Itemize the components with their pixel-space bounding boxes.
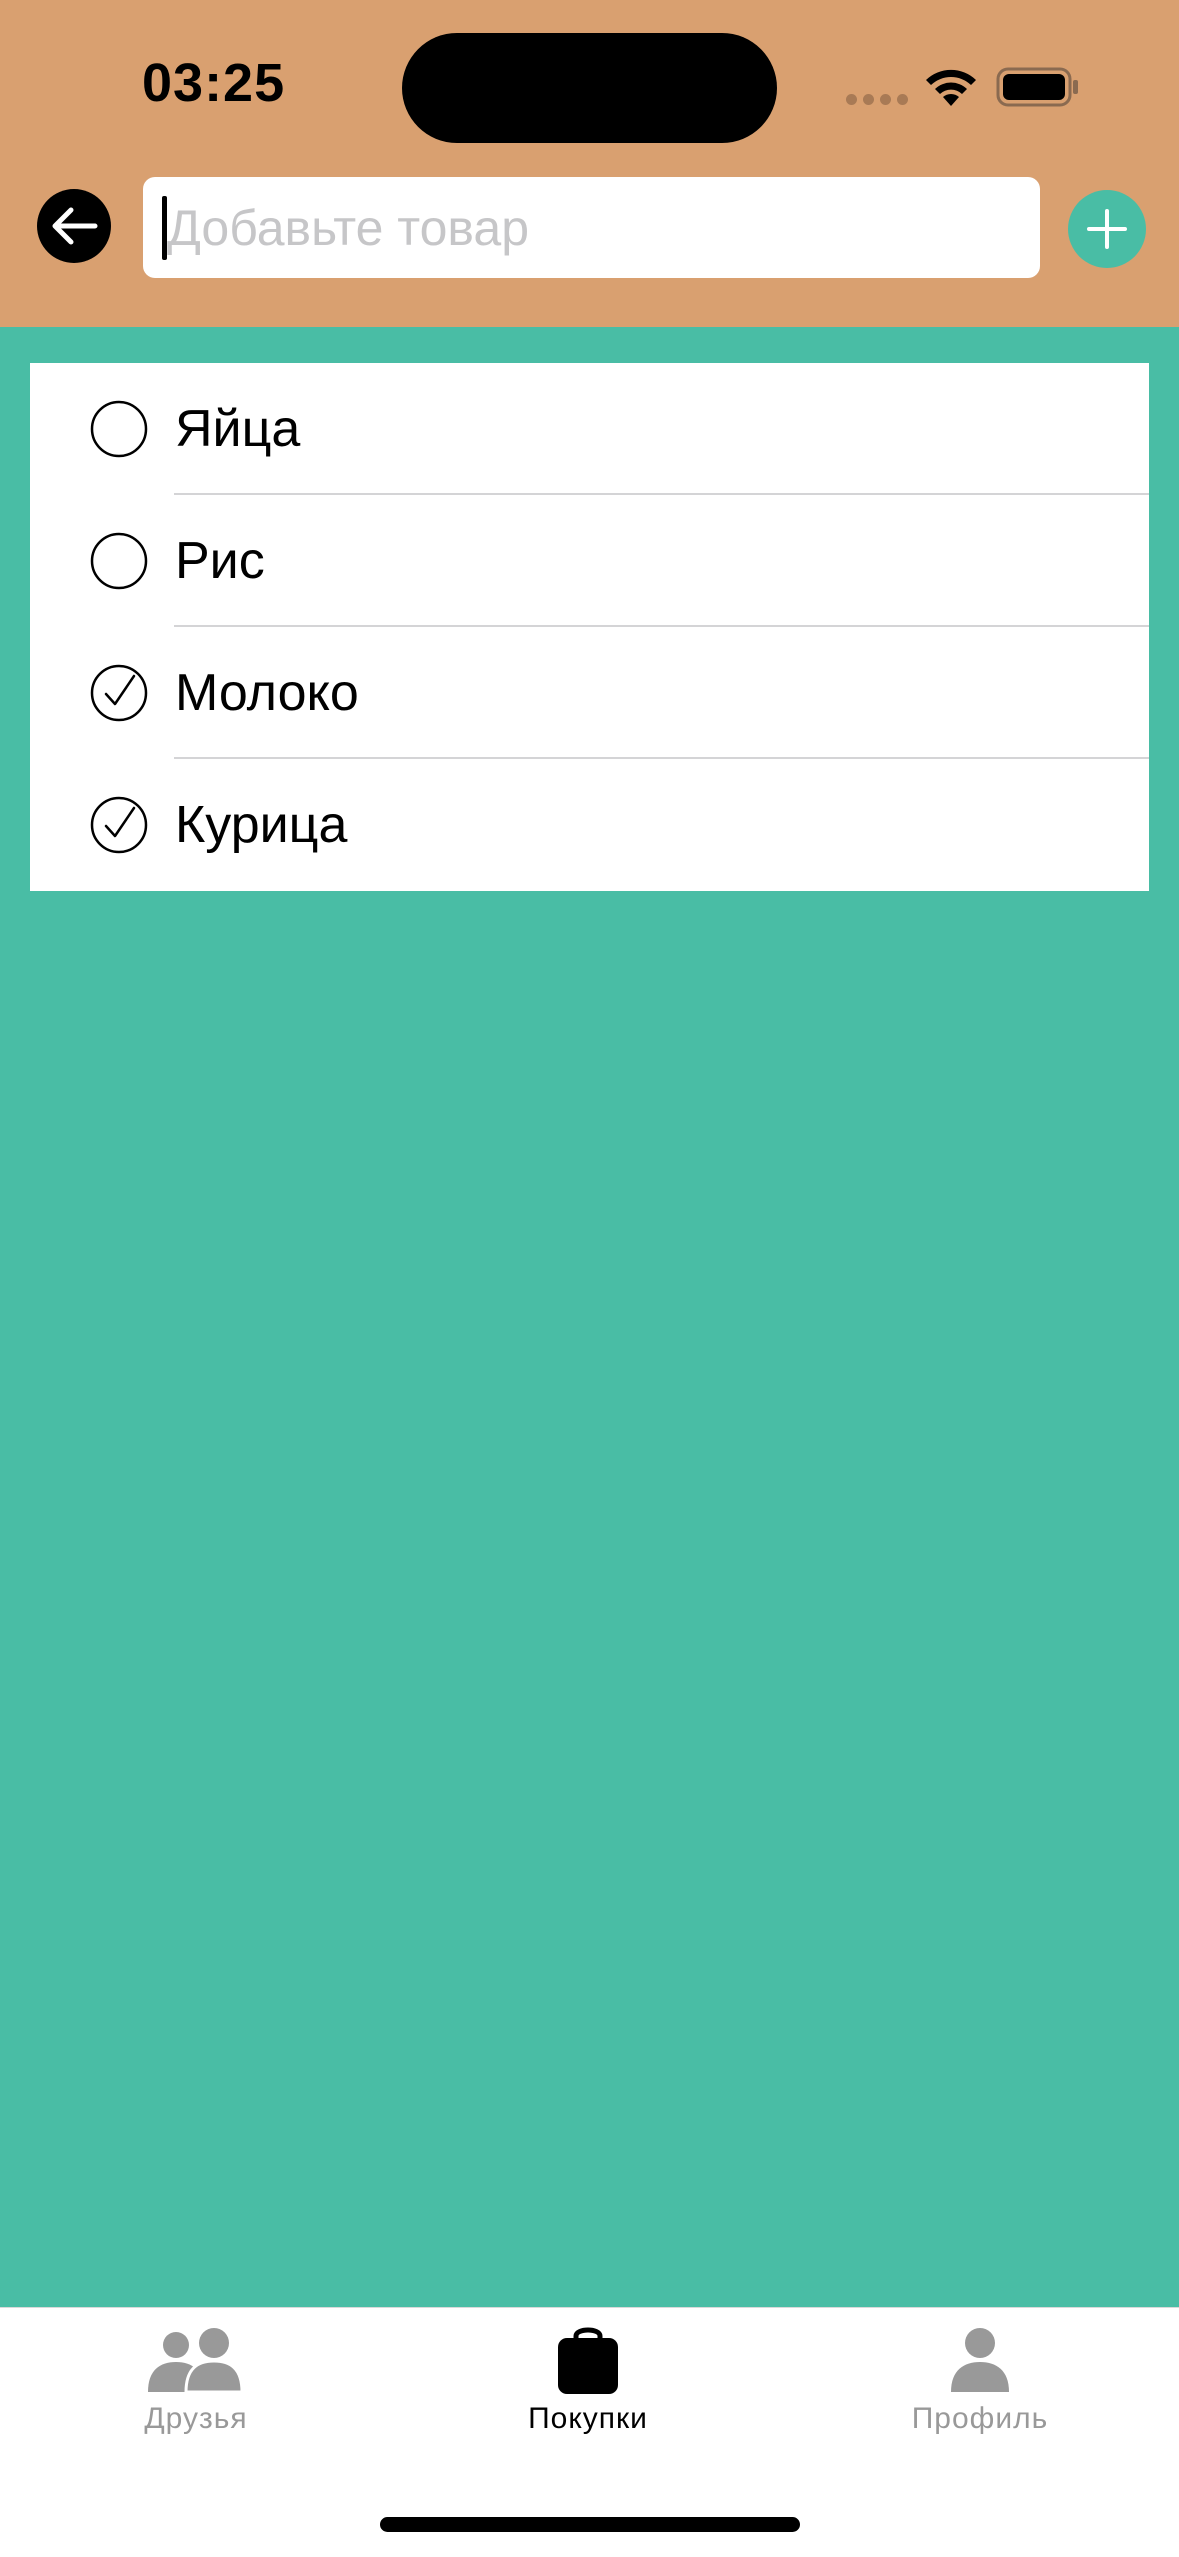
unchecked-circle-icon[interactable]: [90, 532, 148, 590]
dynamic-island: [402, 33, 777, 143]
tab-friends[interactable]: Друзья: [46, 2326, 346, 2476]
plus-icon: [1087, 209, 1127, 249]
list-item-label: Рис: [175, 532, 265, 590]
arrow-left-icon: [52, 207, 98, 245]
tab-shopping[interactable]: Покупки: [438, 2326, 738, 2476]
back-button[interactable]: [37, 189, 111, 263]
tab-label: Покупки: [528, 2402, 648, 2435]
list-item-label: Курица: [175, 796, 348, 854]
unchecked-circle-icon[interactable]: [90, 400, 148, 458]
tab-label: Профиль: [911, 2402, 1049, 2435]
tab-bar: Друзья Покупки Профиль: [0, 2307, 1179, 2557]
wifi-icon: [926, 69, 976, 106]
add-item-field[interactable]: [143, 177, 1040, 278]
add-item-input[interactable]: [167, 177, 1027, 278]
shopping-list: Яйца Рис Молоко Курица: [30, 363, 1149, 891]
list-item-label: Молоко: [175, 664, 359, 722]
person-icon: [951, 2328, 1009, 2392]
add-item-button[interactable]: [1068, 190, 1146, 268]
list-item[interactable]: Яйца: [30, 363, 1149, 495]
list-item-label: Яйца: [175, 400, 301, 458]
checked-circle-icon[interactable]: [90, 796, 148, 854]
cellular-signal-icon: [846, 94, 908, 105]
tab-profile[interactable]: Профиль: [830, 2326, 1130, 2476]
checked-circle-icon[interactable]: [90, 664, 148, 722]
home-indicator: [380, 2517, 800, 2532]
top-header: 03:25: [0, 0, 1179, 327]
people-icon: [148, 2328, 244, 2394]
shopping-bag-icon: [558, 2327, 618, 2394]
battery-icon: [996, 67, 1078, 107]
list-item[interactable]: Молоко: [30, 627, 1149, 759]
status-time: 03:25: [142, 53, 286, 113]
list-item[interactable]: Рис: [30, 495, 1149, 627]
list-item[interactable]: Курица: [30, 759, 1149, 891]
tab-label: Друзья: [144, 2402, 248, 2435]
